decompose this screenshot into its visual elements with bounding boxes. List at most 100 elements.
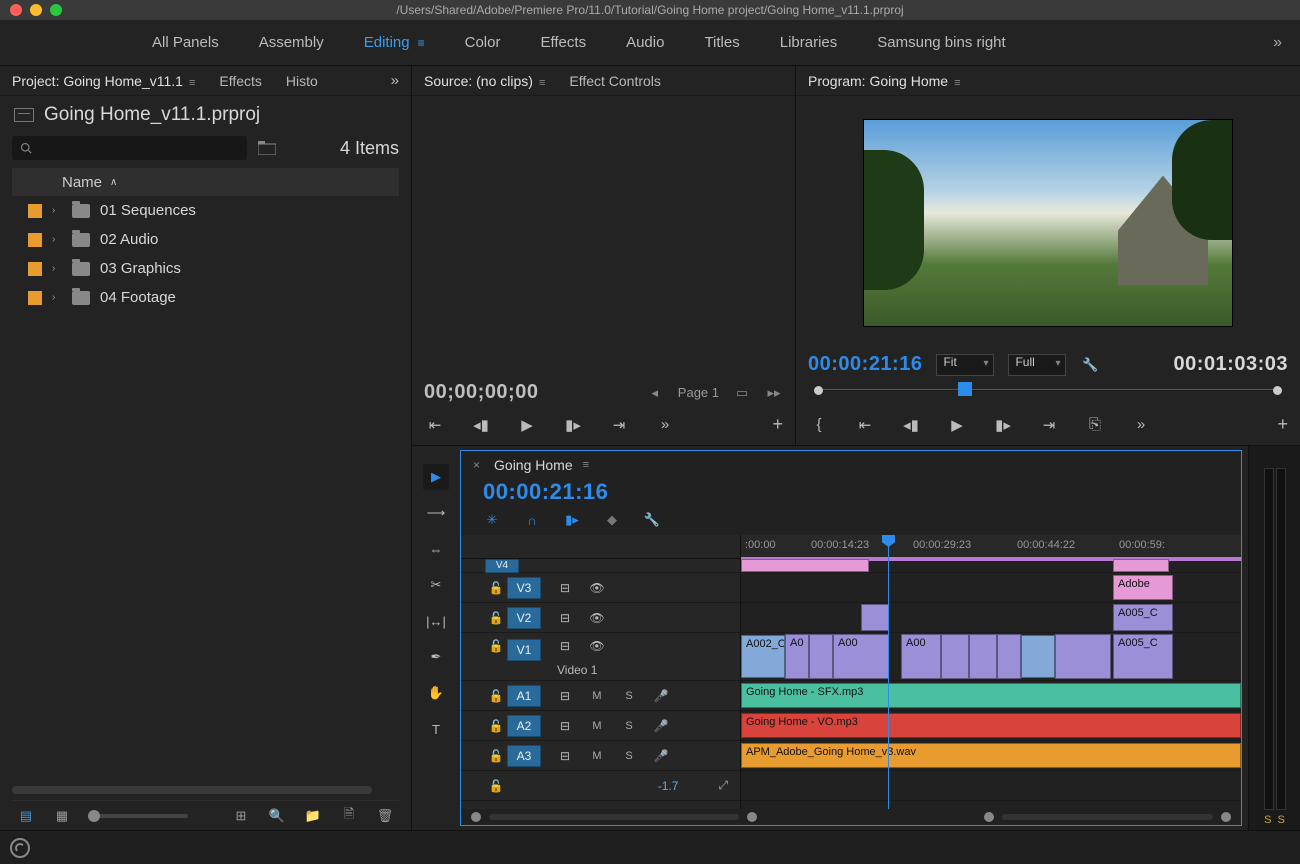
panel-overflow-icon[interactable]: »: [391, 72, 399, 89]
lock-icon[interactable]: 🔓: [485, 719, 507, 733]
project-column-header[interactable]: Name ∧: [12, 168, 399, 196]
clip[interactable]: [941, 634, 969, 679]
workspace-tab-editing[interactable]: Editing: [364, 34, 410, 51]
master-db-value[interactable]: -1.7: [658, 779, 719, 793]
program-tab[interactable]: Program: Going Home≡: [808, 73, 960, 89]
sync-lock-icon[interactable]: ⊟: [557, 749, 573, 763]
workspace-tab-titles[interactable]: Titles: [704, 34, 739, 51]
resolution-select[interactable]: Full: [1008, 354, 1066, 376]
lock-icon[interactable]: 🔓: [485, 581, 507, 595]
clip[interactable]: [1113, 559, 1169, 572]
step-back-icon[interactable]: ◂▮: [900, 416, 922, 434]
bin-row[interactable]: › 02 Audio: [12, 225, 399, 254]
ripple-edit-tool-icon[interactable]: ⇔: [423, 536, 449, 562]
button-editor-icon[interactable]: +: [1277, 414, 1288, 435]
find-icon[interactable]: 🔍: [267, 806, 287, 826]
pen-tool-icon[interactable]: ✒: [423, 644, 449, 670]
clip[interactable]: [997, 634, 1021, 679]
minimize-window-button[interactable]: [30, 4, 42, 16]
v1-badge[interactable]: V1: [507, 639, 541, 661]
prev-page-icon[interactable]: ◂: [646, 385, 664, 401]
freeform-view-icon[interactable]: ⊞: [231, 806, 251, 826]
creative-cloud-icon[interactable]: [10, 838, 30, 858]
a3-track-header[interactable]: 🔓 A3 ⊟MS🎤: [461, 741, 740, 771]
sync-lock-icon[interactable]: ⊟: [557, 639, 573, 653]
new-item-icon[interactable]: 🗎: [339, 806, 359, 826]
v4-track[interactable]: [741, 559, 1241, 573]
sync-lock-icon[interactable]: ⊟: [557, 689, 573, 703]
razor-tool-icon[interactable]: ✂: [423, 572, 449, 598]
thumbnail-zoom-slider[interactable]: [88, 814, 188, 818]
disclosure-arrow-icon[interactable]: ›: [52, 263, 62, 274]
lock-icon[interactable]: 🔓: [485, 639, 507, 653]
close-sequence-icon[interactable]: ×: [473, 458, 480, 472]
icon-view-icon[interactable]: ▦: [52, 806, 72, 826]
lift-icon[interactable]: ⎘: [1084, 416, 1106, 433]
a3-badge[interactable]: A3: [507, 745, 541, 767]
lock-icon[interactable]: 🔓: [485, 779, 507, 793]
v4-track-header[interactable]: V4: [461, 559, 740, 573]
clip[interactable]: A0: [785, 634, 809, 679]
source-timecode[interactable]: 00;00;00;00: [424, 381, 538, 404]
mute-icon[interactable]: M: [589, 750, 605, 762]
master-track[interactable]: [741, 771, 1241, 801]
meter-channels[interactable]: [1264, 468, 1286, 810]
audio-clip[interactable]: Going Home - VO.mp3: [741, 713, 1241, 738]
clip[interactable]: [741, 559, 869, 572]
a1-badge[interactable]: A1: [507, 685, 541, 707]
go-to-in-icon[interactable]: ⇤: [854, 416, 876, 434]
clip[interactable]: [969, 634, 997, 679]
playhead[interactable]: [888, 535, 889, 809]
workspace-tab-all-panels[interactable]: All Panels: [152, 34, 219, 51]
disclosure-arrow-icon[interactable]: ›: [52, 234, 62, 245]
mark-in-icon[interactable]: {: [808, 416, 830, 433]
zoom-window-button[interactable]: [50, 4, 62, 16]
solo-right-icon[interactable]: S: [1278, 814, 1285, 826]
trash-icon[interactable]: 🗑: [375, 806, 395, 826]
a1-track-header[interactable]: 🔓 A1 ⊟MS🎤: [461, 681, 740, 711]
lock-icon[interactable]: 🔓: [485, 749, 507, 763]
slip-tool-icon[interactable]: |↔|: [423, 608, 449, 634]
source-tab[interactable]: Source: (no clips)≡: [424, 73, 545, 89]
workspace-tab-color[interactable]: Color: [465, 34, 501, 51]
timeline-ruler[interactable]: :00:00 00:00:14:23 00:00:29:23 00:00:44:…: [741, 535, 1241, 559]
step-forward-icon[interactable]: ▮▸: [562, 416, 584, 434]
workspace-tab-assembly[interactable]: Assembly: [259, 34, 324, 51]
v3-badge[interactable]: V3: [507, 577, 541, 599]
timeline-clip-area[interactable]: :00:00 00:00:14:23 00:00:29:23 00:00:44:…: [741, 535, 1241, 809]
button-editor-icon[interactable]: +: [772, 414, 783, 435]
solo-left-icon[interactable]: S: [1264, 814, 1271, 826]
a2-track[interactable]: Going Home - VO.mp3: [741, 711, 1241, 741]
play-icon[interactable]: ▶: [516, 416, 538, 434]
clip[interactable]: A002_C: [741, 635, 785, 678]
a2-badge[interactable]: A2: [507, 715, 541, 737]
program-scrub-bar[interactable]: [808, 384, 1288, 396]
step-back-icon[interactable]: ◂▮: [470, 416, 492, 434]
go-to-out-icon[interactable]: ⇥: [1038, 416, 1060, 434]
zoom-fit-select[interactable]: Fit: [936, 354, 994, 376]
page-input-icon[interactable]: ▭: [733, 385, 751, 401]
v1-track-header[interactable]: 🔓 V1 ⊟👁 Video 1: [461, 633, 740, 681]
type-tool-icon[interactable]: T: [423, 716, 449, 742]
settings-wrench-icon[interactable]: 🔧: [1080, 355, 1100, 375]
effects-tab[interactable]: Effects: [219, 73, 262, 89]
history-tab[interactable]: Histo: [286, 73, 318, 89]
clip[interactable]: Adobe: [1113, 575, 1173, 600]
workspace-tab-libraries[interactable]: Libraries: [780, 34, 838, 51]
step-forward-icon[interactable]: ▮▸: [992, 416, 1014, 434]
v1-track[interactable]: A002_C A0 A00 A00 A005_C: [741, 633, 1241, 681]
mute-icon[interactable]: M: [589, 720, 605, 732]
mute-icon[interactable]: M: [589, 690, 605, 702]
close-window-button[interactable]: [10, 4, 22, 16]
next-page-icon[interactable]: ▸▸: [765, 385, 783, 401]
v4-badge[interactable]: V4: [485, 559, 519, 573]
sync-lock-icon[interactable]: ⊟: [557, 581, 573, 595]
a1-track[interactable]: Going Home - SFX.mp3: [741, 681, 1241, 711]
audio-clip[interactable]: APM_Adobe_Going Home_v3.wav: [741, 743, 1241, 768]
solo-icon[interactable]: S: [621, 690, 637, 702]
clip[interactable]: [1021, 635, 1055, 678]
disclosure-arrow-icon[interactable]: ›: [52, 205, 62, 216]
program-timecode-in[interactable]: 00:00:21:16: [808, 353, 922, 376]
linked-selection-icon[interactable]: ∩: [523, 511, 541, 529]
clip[interactable]: A00: [833, 634, 889, 679]
